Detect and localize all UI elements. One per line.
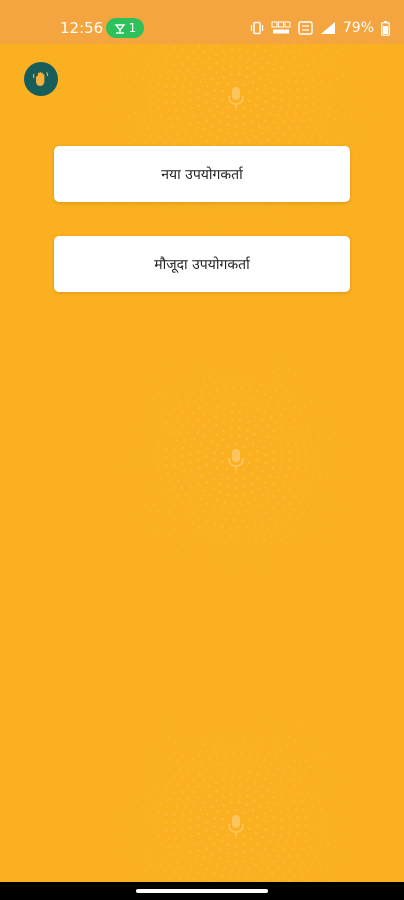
home-gesture-handle[interactable] <box>136 889 268 893</box>
new-user-label: नया उपयोगकर्ता <box>161 166 243 183</box>
battery-icon <box>381 20 390 36</box>
hand-wave-icon <box>32 72 49 86</box>
hotspot-icon <box>114 24 126 34</box>
signal-icon <box>320 22 335 34</box>
hotspot-count: 1 <box>128 21 137 35</box>
microphone-watermark-icon <box>228 449 244 470</box>
navigation-bar <box>0 882 404 900</box>
microphone-watermark-icon <box>228 87 244 108</box>
status-time: 12:56 <box>60 19 104 37</box>
battery-percent: 79% <box>342 20 374 36</box>
hotspot-indicator: 1 <box>106 18 144 38</box>
data-speed-icon <box>271 21 291 34</box>
status-bar: 12:56 1 79% <box>0 0 404 44</box>
new-user-button[interactable]: नया उपयोगकर्ता <box>54 146 350 202</box>
existing-user-label: मौजूदा उपयोगकर्ता <box>154 256 250 273</box>
main-screen: नया उपयोगकर्ता मौजूदा उपयोगकर्ता <box>0 44 404 882</box>
vibrate-icon <box>250 21 264 35</box>
existing-user-button[interactable]: मौजूदा उपयोगकर्ता <box>54 236 350 292</box>
volte-icon <box>298 21 313 35</box>
app-logo[interactable] <box>24 62 58 96</box>
status-icons: 79% <box>250 18 390 38</box>
microphone-watermark-icon <box>228 815 244 836</box>
